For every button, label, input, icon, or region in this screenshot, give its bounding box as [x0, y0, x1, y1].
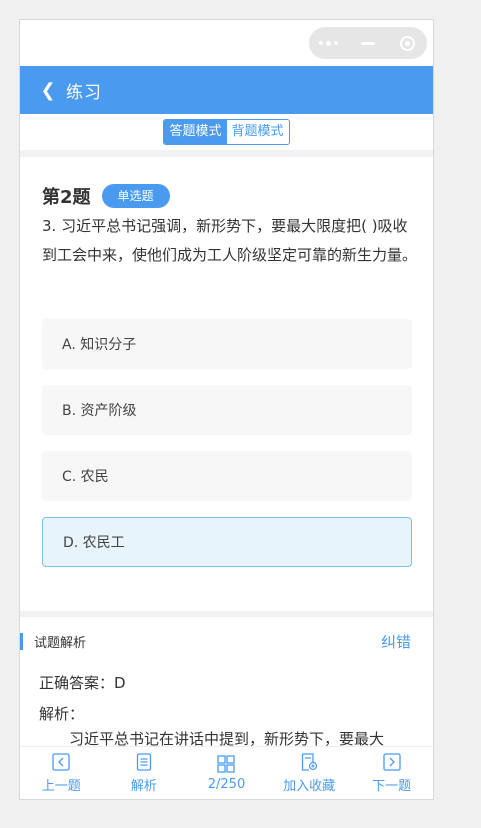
- grid-icon: [217, 754, 236, 773]
- analysis-label: 解析：: [39, 705, 85, 723]
- question-type-badge: 单选题: [101, 184, 170, 208]
- option-label: A. 知识分子: [62, 337, 137, 353]
- analysis-title: 试题解析: [34, 635, 87, 651]
- nav-bar: ❮ 练习: [20, 66, 433, 114]
- favorite-icon: [301, 752, 318, 771]
- mode-switch-row: 答题模式 背题模式: [20, 114, 433, 150]
- bottom-toolbar: 上一题 解析 2/250 加入收藏 下一题: [20, 746, 433, 799]
- more-button[interactable]: [314, 33, 344, 53]
- mode-switch: 答题模式 背题模式: [163, 119, 290, 145]
- minimize-button[interactable]: [353, 33, 383, 53]
- prev-icon: [52, 752, 70, 771]
- miniprogram-capsule: [309, 27, 427, 59]
- tab-label: 解析: [130, 778, 157, 794]
- divider: [20, 611, 433, 617]
- report-error-link[interactable]: 纠错: [381, 631, 411, 652]
- prev-question-button[interactable]: 上一题: [25, 752, 97, 794]
- question-text: 3. 习近平总书记强调，新形势下，要最大限度把( )吸收到工会中来，使他们成为工…: [42, 217, 418, 264]
- option-c[interactable]: C. 农民: [42, 451, 412, 501]
- section-accent-bar: [20, 632, 23, 650]
- page-title: 练习: [66, 82, 102, 103]
- minimize-icon: [360, 41, 375, 45]
- option-label: C. 农民: [62, 469, 109, 485]
- tab-label: 下一题: [372, 778, 412, 794]
- phone-frame: ❮ 练习 答题模式 背题模式 第2题 单选题 3. 习近平总书记强调，新形势下，…: [19, 19, 434, 800]
- analysis-header: 试题解析 纠错: [20, 630, 433, 652]
- back-chevron-icon[interactable]: ❮: [30, 80, 66, 101]
- question-number: 第2题: [42, 187, 91, 208]
- option-label: D. 农民工: [63, 535, 125, 551]
- next-question-button[interactable]: 下一题: [356, 752, 428, 794]
- next-icon: [383, 752, 401, 771]
- option-label: B. 资产阶级: [62, 403, 137, 419]
- tab-answer-mode[interactable]: 答题模式: [164, 120, 227, 144]
- analysis-doc-icon: [136, 752, 152, 771]
- add-favorite-button[interactable]: 加入收藏: [273, 752, 345, 794]
- tab-label: 加入收藏: [283, 778, 336, 794]
- close-target-icon: [399, 35, 415, 51]
- more-dots-icon: [319, 40, 339, 46]
- question-list-button[interactable]: 2/250: [190, 754, 262, 792]
- top-status-area: [20, 20, 433, 66]
- close-button[interactable]: [392, 33, 422, 53]
- tab-recite-mode[interactable]: 背题模式: [226, 120, 289, 144]
- correct-answer: 正确答案：D: [39, 674, 126, 692]
- progress-label: 2/250: [207, 776, 246, 792]
- question-header: 第2题 单选题: [42, 183, 170, 209]
- divider: [20, 150, 433, 157]
- option-a[interactable]: A. 知识分子: [42, 319, 412, 369]
- analysis-button[interactable]: 解析: [108, 752, 180, 794]
- option-b[interactable]: B. 资产阶级: [42, 385, 412, 435]
- tab-label: 上一题: [41, 778, 81, 794]
- option-d[interactable]: D. 农民工: [42, 517, 412, 567]
